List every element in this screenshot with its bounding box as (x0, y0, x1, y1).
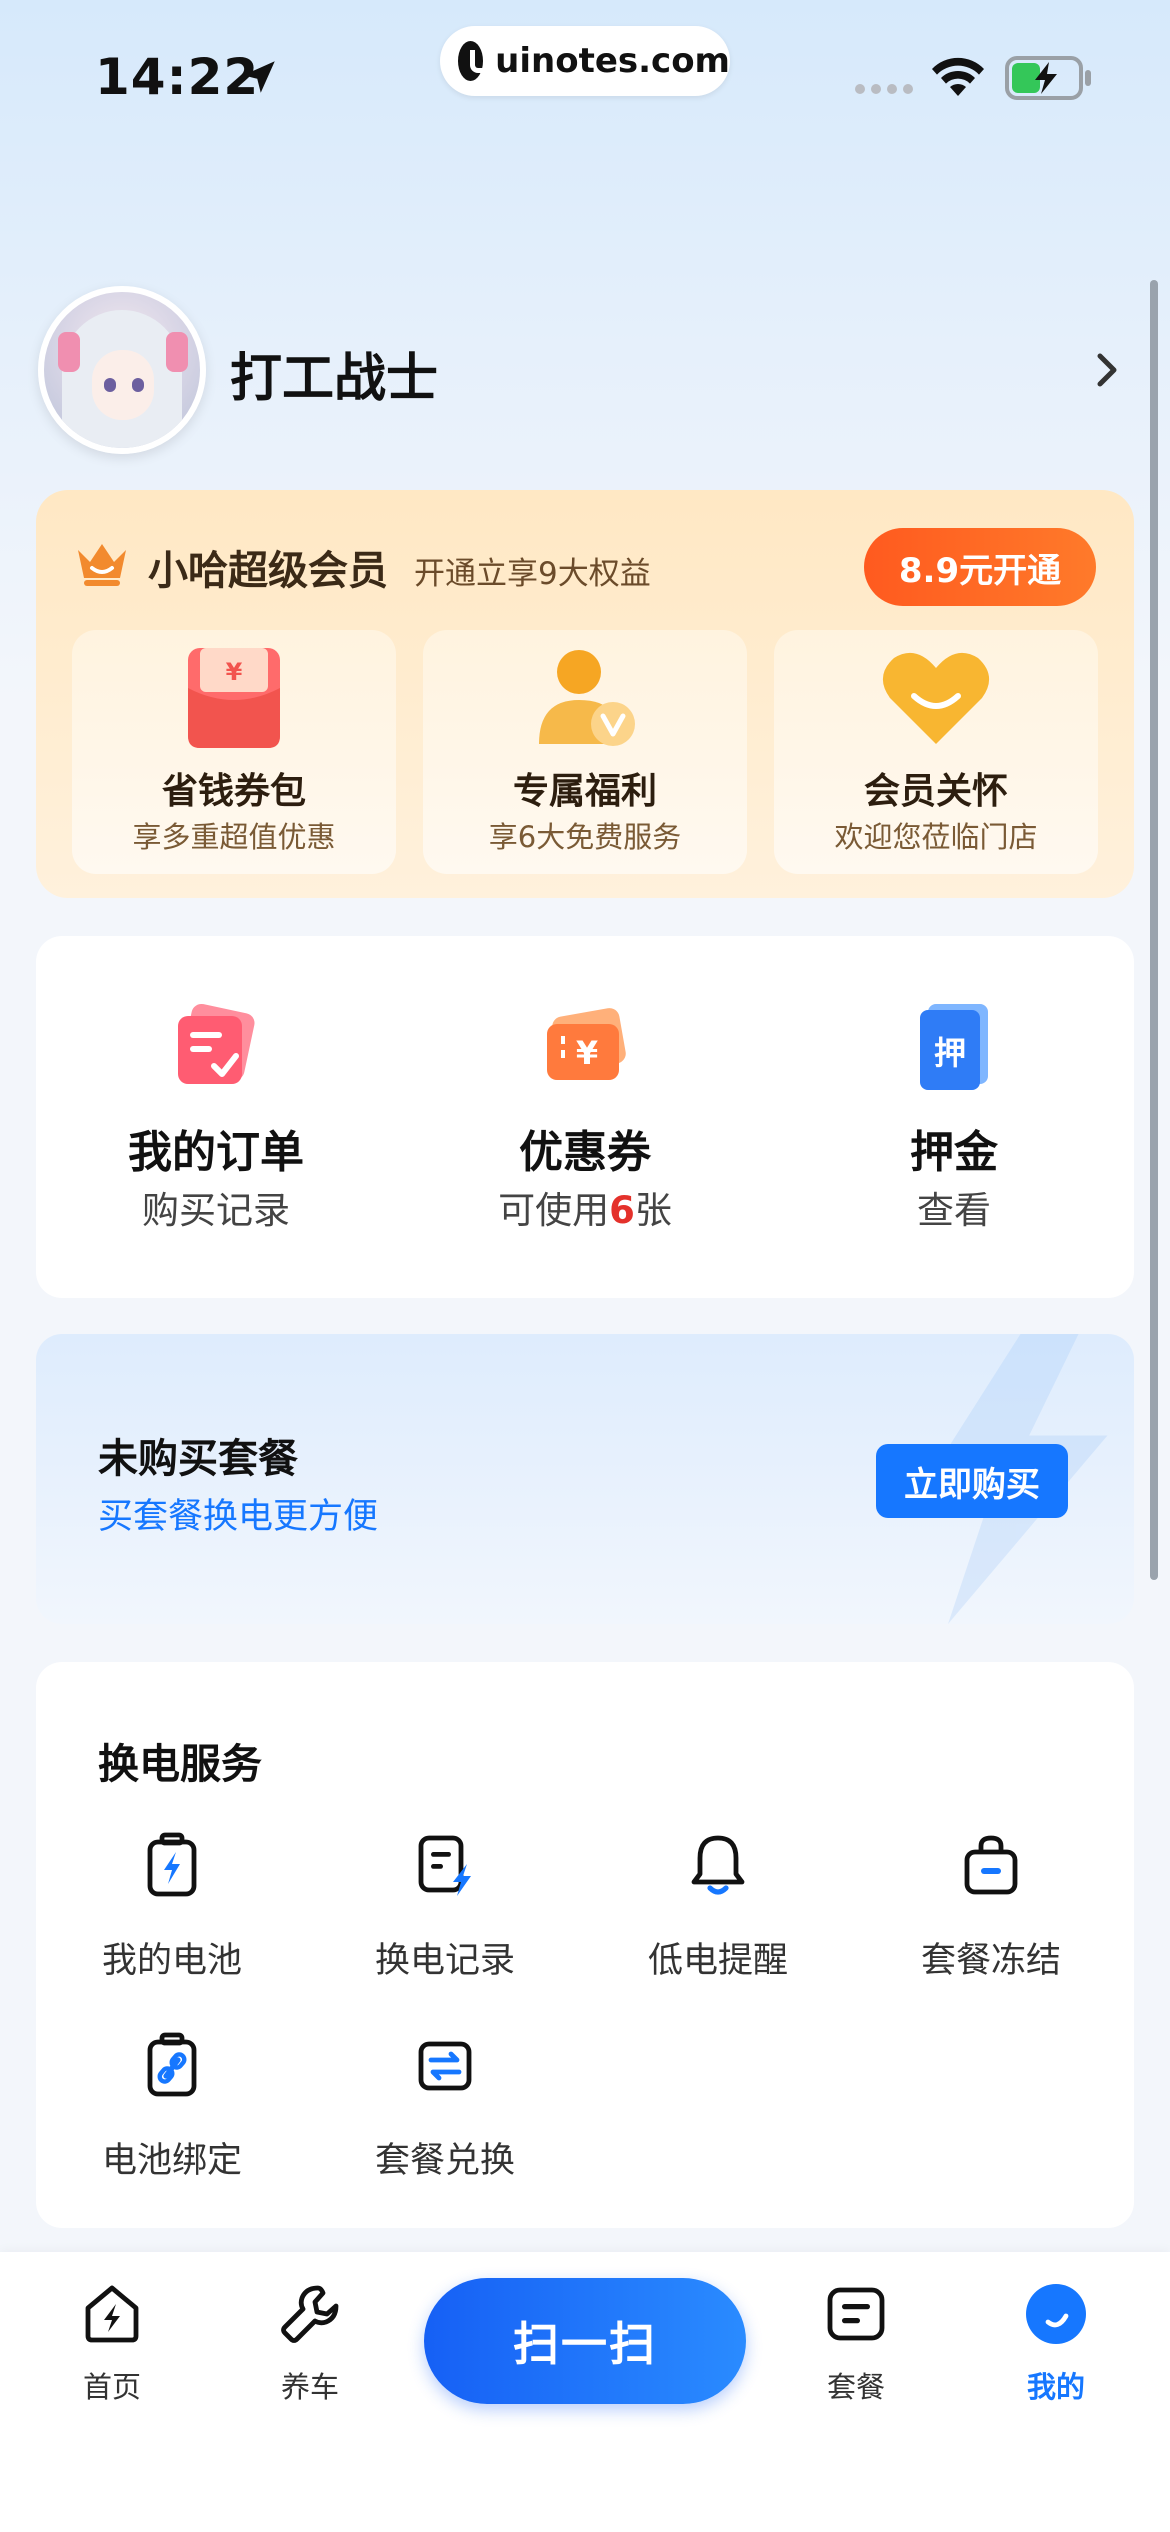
service-low-battery-alert[interactable]: 低电提醒 (608, 1832, 828, 2002)
vip-title: 小哈超级会员 (148, 548, 388, 594)
tab-label: 养车 (280, 2370, 339, 2404)
svg-text:¥: ¥ (576, 1034, 598, 1072)
coupon-count: 6 (609, 1189, 635, 1232)
url-text: uinotes.com (495, 41, 730, 81)
scrollbar[interactable] (1150, 280, 1158, 1580)
profile-smile-icon (1026, 2284, 1086, 2344)
coupons-title: 优惠券 (519, 1127, 651, 1178)
username[interactable]: 打工战士 (230, 336, 438, 411)
vip-membership-card[interactable]: 小哈超级会员 开通立享9大权益 8.9元开通 ¥ 省钱券包 享多重超值优惠 专属… (36, 490, 1134, 898)
scan-button[interactable]: 扫一扫 (424, 2278, 746, 2404)
wifi-icon (932, 57, 984, 96)
service-label: 我的电池 (101, 1941, 242, 1981)
orders-subtitle: 购买记录 (142, 1189, 290, 1232)
cellular-signal-icon (855, 84, 913, 94)
battery-bind-icon (147, 2032, 197, 2097)
tab-label: 我的 (1026, 2370, 1085, 2404)
deposit-entry[interactable]: 押 押金 查看 (804, 936, 1104, 1298)
service-package-freeze[interactable]: 套餐冻结 (881, 1832, 1101, 2002)
tab-label: 首页 (82, 2370, 141, 2404)
service-battery-bind[interactable]: 电池绑定 (62, 2032, 282, 2202)
battery-icon (147, 1832, 197, 1897)
my-orders-entry[interactable]: 我的订单 购买记录 (66, 936, 366, 1298)
swap-record-icon (418, 1835, 471, 1896)
package-icon (827, 2287, 885, 2341)
chevron-right-icon[interactable] (1090, 350, 1124, 390)
tab-package[interactable]: 套餐 (776, 2282, 936, 2422)
service-package-exchange[interactable]: 套餐兑换 (335, 2032, 555, 2202)
package-title: 未购买套餐 (98, 1436, 298, 1482)
quick-actions-card: 我的订单 购买记录 ¥ 优惠券 可使用6张 押 押金 查看 (36, 936, 1134, 1298)
vip-tile-subtitle: 享6大免费服务 (488, 820, 682, 854)
tab-mine[interactable]: 我的 (976, 2282, 1136, 2422)
svg-text:¥: ¥ (226, 658, 243, 686)
wrench-icon (281, 2285, 339, 2343)
battery-services-card: 换电服务 我的电池 换电记录 低电提醒 套餐冻结 电池绑定 套餐兑换 (36, 1662, 1134, 2228)
vip-tile-coupons[interactable]: ¥ 省钱券包 享多重超值优惠 (72, 630, 396, 874)
deposit-subtitle: 查看 (917, 1189, 991, 1232)
service-label: 换电记录 (374, 1941, 515, 1981)
package-banner[interactable]: 未购买套餐 买套餐换电更方便 立即购买 (36, 1334, 1134, 1624)
order-icon (178, 1003, 255, 1084)
vip-tile-care[interactable]: 会员关怀 欢迎您莅临门店 (774, 630, 1098, 874)
tab-home[interactable]: 首页 (32, 2282, 192, 2422)
avatar[interactable] (38, 286, 206, 454)
bottom-tab-bar: 首页 养车 扫一扫 套餐 我的 (0, 2252, 1170, 2532)
bell-icon (691, 1835, 745, 1895)
svg-text:押: 押 (934, 1034, 966, 1072)
coupon-icon: ¥ (547, 1008, 626, 1080)
deposit-icon: 押 (920, 1004, 988, 1090)
vip-open-button[interactable]: 8.9元开通 (864, 528, 1096, 606)
service-label: 电池绑定 (101, 2141, 242, 2181)
status-bar: 14:22 uinotes.com (0, 0, 1170, 150)
vip-tile-title: 省钱券包 (161, 771, 306, 812)
vip-subtitle: 开通立享9大权益 (414, 556, 651, 592)
tab-car-care[interactable]: 养车 (230, 2282, 390, 2422)
url-pill[interactable]: uinotes.com (440, 26, 730, 96)
services-heading: 换电服务 (98, 1740, 262, 1788)
buy-now-button[interactable]: 立即购买 (876, 1444, 1068, 1518)
coupons-entry[interactable]: ¥ 优惠券 可使用6张 (435, 936, 735, 1298)
service-label: 套餐兑换 (374, 2141, 515, 2181)
smile-heart-icon (882, 652, 990, 744)
vip-tile-title: 会员关怀 (863, 771, 1008, 812)
vip-user-icon (539, 650, 635, 746)
crown-icon (78, 544, 126, 586)
uinotes-logo-icon (458, 41, 497, 81)
service-label: 套餐冻结 (920, 1941, 1061, 1981)
orders-title: 我的订单 (128, 1127, 304, 1178)
vip-tile-title: 专属福利 (512, 771, 657, 812)
package-freeze-icon (964, 1835, 1018, 1895)
red-envelope-icon: ¥ (188, 648, 280, 748)
package-exchange-icon (418, 2041, 472, 2091)
vip-tile-benefits[interactable]: 专属福利 享6大免费服务 (423, 630, 747, 874)
vip-tile-subtitle: 享多重超值优惠 (132, 820, 336, 854)
battery-charging-icon (1005, 56, 1091, 100)
tab-label: 套餐 (826, 2370, 885, 2404)
package-subtitle: 买套餐换电更方便 (98, 1497, 379, 1537)
service-swap-record[interactable]: 换电记录 (335, 1832, 555, 2002)
service-label: 低电提醒 (647, 1941, 788, 1981)
vip-tile-subtitle: 欢迎您莅临门店 (834, 820, 1038, 854)
location-arrow-icon (243, 61, 275, 93)
coupons-subtitle: 可使用6张 (498, 1189, 672, 1232)
service-my-battery[interactable]: 我的电池 (62, 1832, 282, 2002)
deposit-title: 押金 (910, 1127, 998, 1178)
status-time: 14:22 (95, 48, 260, 106)
home-icon (85, 2285, 139, 2343)
